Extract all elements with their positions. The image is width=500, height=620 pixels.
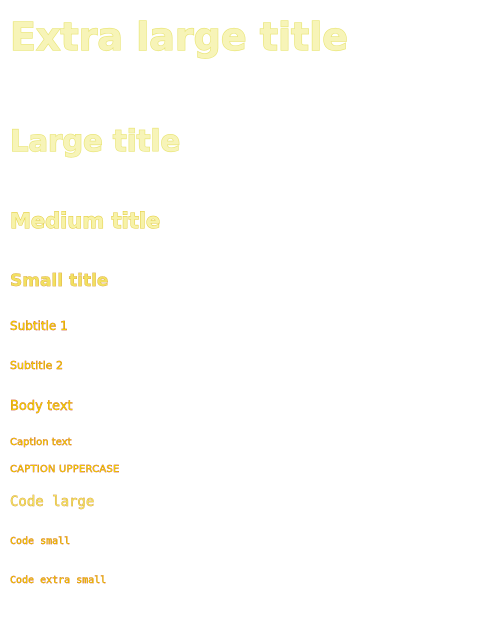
small-title: Small title xyxy=(10,271,109,291)
body-text: Body text xyxy=(10,399,73,414)
subtitle-1: Subtitle 1 xyxy=(10,319,68,333)
code-large: Code large xyxy=(10,494,95,510)
medium-title: Medium title xyxy=(10,209,161,233)
caption-uppercase: CAPTION UPPERCASE xyxy=(10,464,120,475)
caption-text: Caption text xyxy=(10,437,72,448)
extra-large-title: Extra large title xyxy=(9,15,349,59)
large-title: Large title xyxy=(9,124,181,158)
code-extra-small: Code extra small xyxy=(10,575,107,586)
subtitle-2: Subtitle 2 xyxy=(10,359,63,372)
code-small: Code small xyxy=(10,536,71,547)
